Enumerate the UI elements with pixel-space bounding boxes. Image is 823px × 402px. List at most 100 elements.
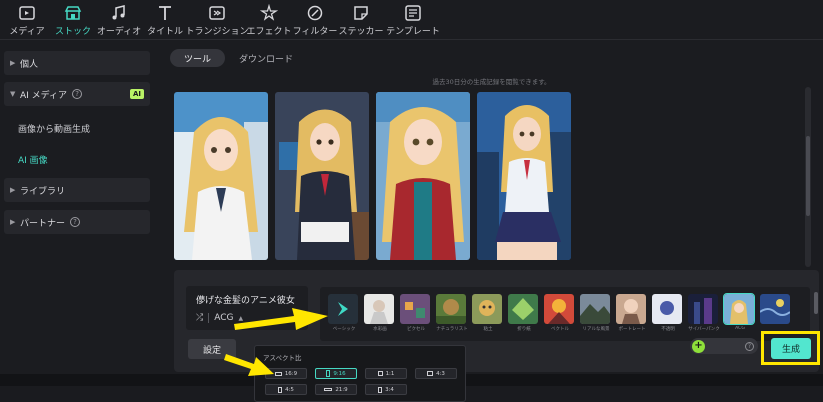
anime-girl-image	[477, 92, 571, 260]
toolbar-sticker[interactable]: ステッカー	[338, 0, 384, 40]
caret-right-icon: ▶	[10, 186, 16, 194]
arrow-annotation-icon	[224, 354, 274, 376]
ratio-label: 1:1	[385, 370, 395, 377]
toolbar-template[interactable]: テンプレート	[384, 0, 442, 40]
aspect-ratio-4-3[interactable]: 4:3	[415, 368, 457, 379]
divider	[208, 313, 210, 323]
help-icon[interactable]: ?	[72, 89, 83, 99]
style-item-real-landscape[interactable]: リアルな風景	[580, 294, 612, 334]
basic-style-swatch	[328, 294, 358, 324]
tab-bar: ツール ダウンロード	[170, 49, 307, 67]
style-item-clay[interactable]: 粘土	[472, 294, 504, 334]
sidebar-item-label: パートナー	[20, 218, 66, 229]
arrow-annotation-icon	[234, 308, 328, 330]
toolbar-stock[interactable]: ストック	[50, 0, 96, 40]
landscape-style-swatch	[580, 294, 610, 324]
tab-download[interactable]: ダウンロード	[225, 49, 307, 67]
style-label: ACG	[735, 326, 745, 331]
sidebar-item-library[interactable]: ▶ ライブラリ	[4, 178, 150, 202]
style-item-acg[interactable]: ACG	[723, 293, 756, 334]
style-item-basic[interactable]: ベーシック	[328, 294, 360, 334]
aspect-ratio-1-1[interactable]: 1:1	[365, 368, 407, 379]
generated-image[interactable]	[174, 92, 268, 260]
shuffle-icon[interactable]: ⤮	[196, 313, 203, 323]
portrait-icon	[378, 386, 383, 393]
opaque-style-swatch	[652, 294, 682, 324]
style-item-vector[interactable]: ベクトル	[544, 294, 576, 334]
style-label: リアルな風景	[582, 327, 610, 332]
clay-style-swatch	[472, 294, 502, 324]
style-item-watercolor[interactable]: 水彩画	[364, 294, 396, 334]
generated-image[interactable]	[477, 92, 571, 260]
toolbar-title-label: タイトル	[146, 27, 183, 37]
naturalist-style-swatch	[436, 294, 466, 324]
sidebar: ▶ 個人 ▼ AI メディア ? AI 画像から動画生成 AI 画像 ▶ ライブ…	[0, 41, 160, 402]
style-label: ベーシック	[332, 327, 356, 332]
style-item-portrait[interactable]: ポートレート	[616, 294, 648, 334]
toolbar-sticker-label: ステッカー	[338, 27, 384, 37]
aspect-ratio-3-4[interactable]: 3:4	[365, 384, 407, 395]
top-toolbar: メディア ストック オーディオ タイトル トランジション エフェクト フィルター	[0, 0, 823, 40]
ai-badge: AI	[129, 89, 144, 99]
style-item-pixel[interactable]: ピクセル	[400, 294, 432, 334]
ratio-label: 9:16	[333, 370, 346, 377]
filter-icon	[307, 5, 323, 21]
sidebar-item-partner[interactable]: ▶ パートナー ?	[4, 210, 150, 234]
anime-girl-image	[376, 92, 470, 260]
sidebar-item-ai-media[interactable]: ▼ AI メディア ? AI	[4, 82, 150, 106]
style-label: ポートレート	[618, 327, 646, 332]
generate-button[interactable]: 生成	[771, 338, 811, 359]
starry-night-style-swatch	[760, 294, 790, 324]
style-item-naturalist[interactable]: ナチュラリスト	[436, 294, 468, 334]
style-value: ACG	[214, 313, 234, 323]
toolbar-effect-label: エフェクト	[246, 27, 292, 37]
style-item-cyberpunk[interactable]: サイバーパンク	[688, 294, 720, 334]
style-label: 粘土	[483, 327, 493, 332]
toolbar-transition-label: トランジション	[185, 27, 249, 37]
stock-icon	[64, 6, 82, 20]
aspect-ratio-21-9[interactable]: 21:9	[315, 384, 357, 395]
generated-image[interactable]	[275, 92, 369, 260]
tab-tools[interactable]: ツール	[170, 49, 226, 67]
style-label: 水彩画	[373, 327, 387, 332]
toolbar-stock-label: ストック	[54, 27, 91, 37]
toolbar-filter[interactable]: フィルター	[292, 0, 338, 40]
toolbar-title[interactable]: タイトル	[142, 0, 188, 40]
anime-girl-image	[174, 92, 268, 260]
help-icon[interactable]: ?	[745, 341, 754, 351]
history-note: 過去30日分の生成記録を閲覧できます。	[432, 78, 551, 86]
credit-indicator: + ?	[690, 338, 758, 354]
style-item-opaque[interactable]: 不透明	[652, 294, 684, 334]
toolbar-template-label: テンプレート	[386, 27, 440, 37]
origami-style-swatch	[508, 294, 538, 324]
toolbar-effect[interactable]: エフェクト	[246, 0, 292, 40]
add-credit-icon[interactable]: +	[692, 339, 705, 353]
sidebar-item-personal[interactable]: ▶ 個人	[4, 51, 150, 75]
help-icon[interactable]: ?	[70, 217, 81, 227]
ratio-label: 21:9	[335, 386, 348, 393]
sidebar-item-label: AI メディア	[20, 90, 68, 101]
aspect-ratio-4-5[interactable]: 4:5	[265, 384, 307, 395]
vector-style-swatch	[544, 294, 574, 324]
sidebar-sub-image-to-video[interactable]: 画像から動画生成	[18, 122, 90, 135]
watercolor-style-swatch	[364, 294, 394, 324]
ratio-label: 16:9	[284, 370, 298, 377]
sidebar-sub-ai-image[interactable]: AI 画像	[18, 153, 48, 166]
pixel-style-swatch	[400, 294, 430, 324]
gallery-scrollbar-thumb[interactable]	[806, 136, 810, 216]
style-strip-scrollbar[interactable]	[814, 292, 818, 314]
toolbar-audio[interactable]: オーディオ	[96, 0, 142, 40]
style-item-origami[interactable]: 折り紙	[508, 294, 540, 334]
style-item-starry[interactable]	[760, 294, 792, 334]
sticker-icon	[354, 6, 368, 20]
style-label: ピクセル	[407, 327, 425, 332]
portrait-icon	[326, 370, 331, 377]
acg-style-swatch	[723, 293, 755, 325]
generated-image[interactable]	[376, 92, 470, 260]
toolbar-transition[interactable]: トランジション	[185, 0, 249, 40]
toolbar-audio-label: オーディオ	[96, 27, 142, 37]
toolbar-media[interactable]: メディア	[4, 0, 50, 40]
audio-icon	[112, 5, 125, 20]
style-label: ベクトル	[551, 327, 569, 332]
aspect-ratio-9-16[interactable]: 9:16	[315, 368, 357, 379]
